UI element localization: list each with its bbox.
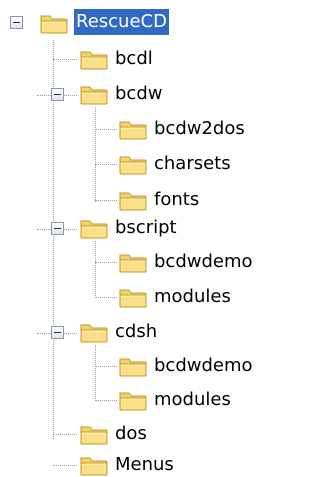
tree-line <box>53 434 77 435</box>
tree-line <box>95 400 117 401</box>
folder-icon <box>118 285 148 309</box>
folder-icon <box>79 453 109 477</box>
folder-icon <box>39 11 69 35</box>
tree-line <box>95 107 96 202</box>
folder-tree: RescueCD bcdl bcdw bcdw2dos charsets fon… <box>0 0 263 477</box>
tree-item-bscript[interactable]: bscript <box>113 215 179 241</box>
tree-item-bcdw2dos[interactable]: bcdw2dos <box>152 116 247 142</box>
folder-icon <box>79 320 109 344</box>
tree-line <box>95 297 117 298</box>
tree-line <box>95 345 96 401</box>
tree-item-bcdwdemo[interactable]: bcdwdemo <box>152 249 255 275</box>
folder-icon <box>118 250 148 274</box>
tree-item-rescuecd[interactable]: RescueCD <box>74 9 169 35</box>
tree-item-bcdwdemo[interactable]: bcdwdemo <box>152 353 255 379</box>
collapse-minus-icon[interactable] <box>51 88 64 101</box>
tree-item-cdsh[interactable]: cdsh <box>113 319 159 345</box>
tree-item-bcdw[interactable]: bcdw <box>113 81 164 107</box>
tree-line <box>53 465 77 466</box>
tree-item-dos[interactable]: dos <box>113 421 149 447</box>
folder-icon <box>79 82 109 106</box>
folder-icon <box>79 422 109 446</box>
tree-item-bcdl[interactable]: bcdl <box>113 46 155 72</box>
tree-line <box>95 164 117 165</box>
folder-icon <box>118 354 148 378</box>
folder-icon <box>118 388 148 412</box>
collapse-minus-icon[interactable] <box>51 326 64 339</box>
tree-item-modules[interactable]: modules <box>152 284 233 310</box>
tree-item-modules[interactable]: modules <box>152 387 233 413</box>
tree-line <box>95 262 117 263</box>
tree-item-fonts[interactable]: fonts <box>152 187 201 213</box>
collapse-minus-icon[interactable] <box>10 16 23 29</box>
tree-item-charsets[interactable]: charsets <box>152 151 233 177</box>
folder-icon <box>79 47 109 71</box>
tree-line <box>95 241 96 298</box>
folder-icon <box>118 117 148 141</box>
tree-line <box>53 59 77 60</box>
folder-icon <box>118 188 148 212</box>
collapse-minus-icon[interactable] <box>51 222 64 235</box>
folder-icon <box>79 216 109 240</box>
tree-item-menus[interactable]: Menus <box>113 452 176 477</box>
tree-line <box>95 129 117 130</box>
folder-icon <box>118 152 148 176</box>
tree-line <box>95 366 117 367</box>
tree-line <box>95 200 117 201</box>
